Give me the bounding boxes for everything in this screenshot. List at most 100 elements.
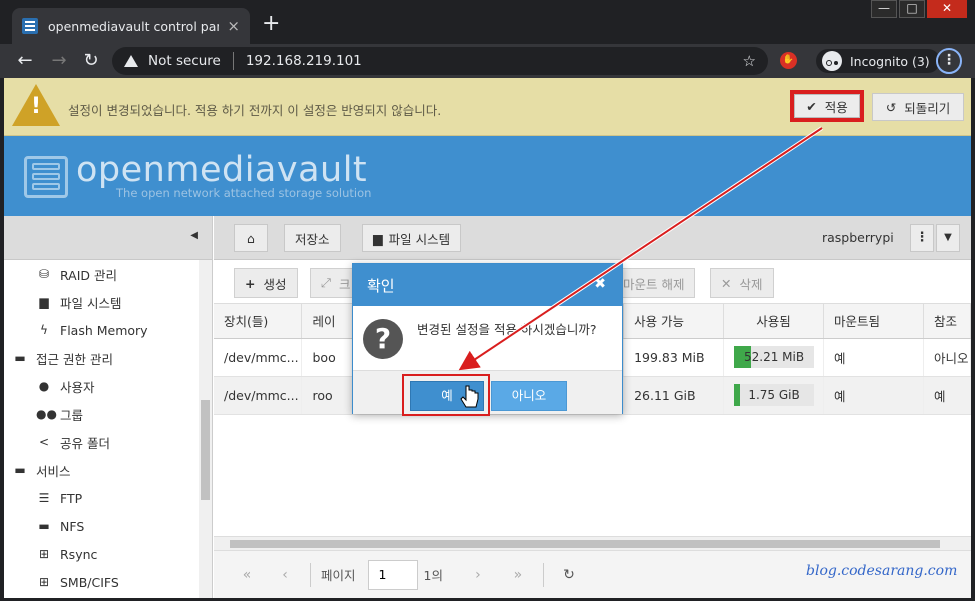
column-header[interactable]: 사용됨 <box>723 304 825 339</box>
database-icon: ⛁ <box>38 267 50 281</box>
window-close-button[interactable]: ✕ <box>927 0 967 18</box>
revert-label: 되돌리기 <box>904 100 951 116</box>
sidebar-item-ftp[interactable]: ☰ FTP <box>4 484 212 512</box>
question-icon: ? <box>363 319 403 359</box>
tab-title: openmediavault control panel - <box>48 18 219 34</box>
sidebar-item-raid[interactable]: ⛁ RAID 관리 <box>4 260 212 288</box>
forward-arrow-icon[interactable]: → <box>48 50 70 72</box>
expand-icon: ⤢ <box>321 275 332 290</box>
sidebar-group-access[interactable]: ▬ 접근 권한 관리 <box>4 344 212 372</box>
unmount-button[interactable]: 마운트 해제 <box>612 268 696 298</box>
refresh-icon[interactable]: ↻ <box>554 567 584 583</box>
tab-close-icon[interactable]: × <box>227 17 240 35</box>
folder-icon: ▆ <box>39 295 49 309</box>
window-controls: — □ ✕ <box>869 0 967 18</box>
navigation-sidebar: ◀ ⛁ RAID 관리 ▆ 파일 시스템 ϟ Flash Memory ▬ 접근 권한 … <box>4 216 213 598</box>
plus-icon: + <box>245 275 256 291</box>
delete-button[interactable]: ✕ 삭제 <box>710 268 774 298</box>
sidebar-item-shared-folders[interactable]: < 공유 폴더 <box>4 428 212 456</box>
user-icon: ● <box>38 379 50 393</box>
next-page-icon[interactable]: › <box>463 567 493 583</box>
sidebar-item-rsync[interactable]: ⊞ Rsync <box>4 540 212 568</box>
watermark-text: blog.codesarang.com <box>806 563 958 579</box>
breadcrumb-storage[interactable]: 저장소 <box>284 224 341 252</box>
dialog-title: 확인 <box>367 276 395 295</box>
reload-icon[interactable]: ↻ <box>80 50 102 72</box>
check-icon: ✔ <box>806 98 817 114</box>
column-header[interactable]: 장치(들) <box>214 304 303 339</box>
create-button[interactable]: + 생성 <box>234 268 298 298</box>
cell-device: /dev/mmc... <box>214 376 303 415</box>
apply-button[interactable]: ✔ 적용 <box>790 90 864 122</box>
pager-divider <box>542 562 544 587</box>
sidebar-item-flash-memory[interactable]: ϟ Flash Memory <box>4 316 212 344</box>
cell-referenced: 예 <box>923 376 971 415</box>
sitemap-icon: ⊞ <box>38 547 50 561</box>
browser-tabstrip: openmediavault control panel - × + — □ ✕ <box>0 0 975 44</box>
revert-button[interactable]: ↺ 되돌리기 <box>872 93 964 121</box>
no-button[interactable]: 아니오 <box>491 381 567 411</box>
page-number-input[interactable] <box>367 559 418 590</box>
bolt-icon: ϟ <box>40 323 48 337</box>
usage-bar: 1.75 GiB <box>734 384 815 406</box>
dialog-close-icon[interactable]: ✖ <box>594 276 606 292</box>
dialog-footer: 예 아니오 <box>353 370 622 416</box>
collapse-sidebar-icon[interactable]: ◀ <box>190 230 198 241</box>
maximize-button[interactable]: □ <box>899 0 925 18</box>
incognito-icon <box>822 51 842 71</box>
users-icon: ●● <box>36 407 57 421</box>
browser-menu-icon[interactable]: ⋮ <box>936 48 962 74</box>
cell-referenced: 아니오 <box>923 338 971 377</box>
cell-used: 1.75 GiB <box>723 376 825 415</box>
sidebar-item-nfs[interactable]: ▬ NFS <box>4 512 212 540</box>
prev-page-icon[interactable]: ‹ <box>270 567 300 583</box>
incognito-label: Incognito (3) <box>850 53 930 69</box>
minimize-button[interactable]: — <box>871 0 897 18</box>
sidebar-header: ◀ <box>4 216 212 260</box>
sidebar-item-groups[interactable]: ●● 그룹 <box>4 400 212 428</box>
sidebar-scrollbar[interactable] <box>199 260 212 598</box>
new-tab-button[interactable]: + <box>262 12 280 36</box>
cell-device: /dev/mmc... <box>214 338 303 377</box>
cell-mounted: 예 <box>823 338 924 377</box>
usage-bar-label: 1.75 GiB <box>748 388 800 402</box>
bookmark-star-icon[interactable]: ☆ <box>743 52 756 70</box>
yes-button[interactable]: 예 <box>410 381 484 411</box>
breadcrumb-filesystem[interactable]: ▆ 파일 시스템 <box>362 224 462 252</box>
incognito-badge[interactable]: Incognito (3) <box>816 49 940 73</box>
address-bar[interactable]: Not secure 192.168.219.101 ☆ <box>112 47 768 75</box>
pending-changes-bar: 설정이 변경되었습니다. 적용 하기 전까지 이 설정은 반영되지 않습니다. … <box>4 78 971 136</box>
sidebar-item-users[interactable]: ● 사용자 <box>4 372 212 400</box>
apply-label: 적용 <box>824 99 848 115</box>
more-menu-icon[interactable]: ⋮ <box>910 224 934 252</box>
header-banner: openmediavault The open network attached… <box>4 136 971 216</box>
column-header[interactable]: 사용 가능 <box>623 304 725 339</box>
horizontal-scrollbar[interactable] <box>214 536 971 550</box>
desktop-icon: ▬ <box>38 519 50 533</box>
breadcrumb: ⌂ 저장소 ▆ 파일 시스템 raspberrypi ⋮ ▼ <box>214 216 971 260</box>
sidebar-group-services[interactable]: ▬ 서비스 <box>4 456 212 484</box>
omv-logo-icon <box>24 156 68 198</box>
browser-tab[interactable]: openmediavault control panel - × <box>12 8 250 44</box>
usage-bar: 52.21 MiB <box>734 346 815 368</box>
minus-square-icon: ▬ <box>14 463 26 477</box>
usage-bar-label: 52.21 MiB <box>743 350 805 364</box>
sidebar-item-smb[interactable]: ⊞ SMB/CIFS <box>4 568 212 596</box>
dropdown-chevron-icon[interactable]: ▼ <box>936 224 960 252</box>
last-page-icon[interactable]: » <box>503 567 533 583</box>
extension-stop-icon[interactable]: ✋ <box>780 52 797 69</box>
column-header[interactable]: 마운트됨 <box>823 304 924 339</box>
first-page-icon[interactable]: « <box>232 567 262 583</box>
sidebar-item-filesystem[interactable]: ▆ 파일 시스템 <box>4 288 212 316</box>
column-header[interactable]: 참조 <box>923 304 971 339</box>
brand-title: openmediavault <box>76 150 368 190</box>
home-icon[interactable]: ⌂ <box>234 224 268 252</box>
url-text: 192.168.219.101 <box>245 53 362 69</box>
back-arrow-icon[interactable]: ← <box>14 50 36 72</box>
cell-used: 52.21 MiB <box>723 338 825 377</box>
times-icon: ✕ <box>721 275 732 291</box>
browser-toolbar: ← → ↻ Not secure 192.168.219.101 ☆ ✋ Inc… <box>0 44 975 78</box>
pending-changes-message: 설정이 변경되었습니다. 적용 하기 전까지 이 설정은 반영되지 않습니다. <box>68 103 442 118</box>
hostname-label: raspberrypi <box>822 230 894 245</box>
server-icon: ☰ <box>38 491 50 505</box>
